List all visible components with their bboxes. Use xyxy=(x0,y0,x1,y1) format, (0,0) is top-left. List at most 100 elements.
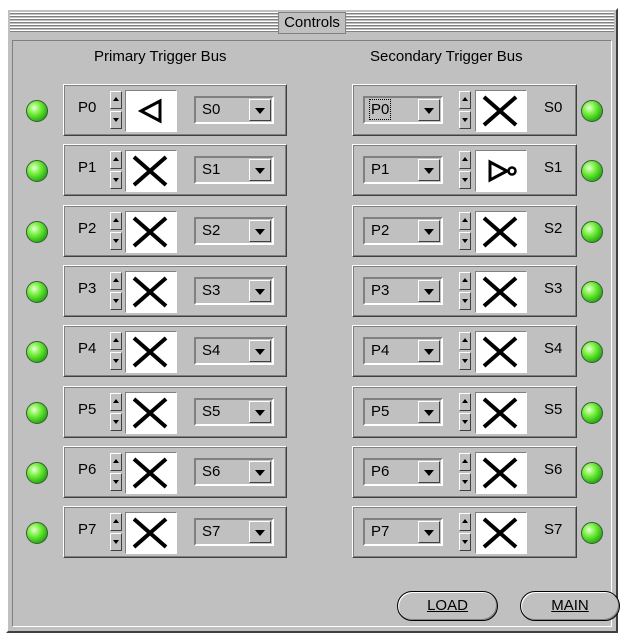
source-select[interactable]: P4 xyxy=(363,337,443,365)
cross-icon[interactable] xyxy=(475,512,527,554)
spin-up-icon[interactable] xyxy=(459,453,471,471)
source-select[interactable]: P6 xyxy=(363,458,443,486)
cross-icon[interactable] xyxy=(475,90,527,132)
spin-up-icon[interactable] xyxy=(459,332,471,350)
spin-control[interactable] xyxy=(459,332,471,370)
spin-down-icon[interactable] xyxy=(110,352,122,370)
cross-icon[interactable] xyxy=(125,512,177,554)
spin-control[interactable] xyxy=(110,272,122,310)
spin-up-icon[interactable] xyxy=(110,393,122,411)
spin-control[interactable] xyxy=(459,212,471,250)
source-select[interactable]: P0 xyxy=(363,96,443,124)
load-button[interactable]: LOAD xyxy=(397,591,498,621)
spin-up-icon[interactable] xyxy=(459,393,471,411)
spin-down-icon[interactable] xyxy=(459,533,471,551)
spin-down-icon[interactable] xyxy=(110,533,122,551)
chevron-down-icon[interactable] xyxy=(418,521,440,543)
spin-down-icon[interactable] xyxy=(110,292,122,310)
spin-down-icon[interactable] xyxy=(459,413,471,431)
chevron-down-icon[interactable] xyxy=(418,461,440,483)
chevron-down-icon[interactable] xyxy=(249,401,271,423)
spin-control[interactable] xyxy=(459,272,471,310)
spin-up-icon[interactable] xyxy=(459,151,471,169)
spin-up-icon[interactable] xyxy=(110,513,122,531)
spin-down-icon[interactable] xyxy=(459,292,471,310)
chevron-down-icon[interactable] xyxy=(249,461,271,483)
chevron-down-icon[interactable] xyxy=(249,159,271,181)
spin-up-icon[interactable] xyxy=(110,212,122,230)
chevron-down-icon[interactable] xyxy=(418,159,440,181)
spin-control[interactable] xyxy=(459,513,471,551)
chevron-down-icon[interactable] xyxy=(249,521,271,543)
spin-control[interactable] xyxy=(110,91,122,129)
spin-down-icon[interactable] xyxy=(110,111,122,129)
chevron-down-icon[interactable] xyxy=(249,280,271,302)
spin-control[interactable] xyxy=(110,453,122,491)
main-button[interactable]: MAIN xyxy=(520,591,620,621)
arrow-left-icon[interactable] xyxy=(125,90,177,132)
source-select[interactable]: P3 xyxy=(363,277,443,305)
chevron-down-icon[interactable] xyxy=(418,401,440,423)
source-select[interactable]: S0 xyxy=(194,96,274,124)
chevron-down-icon[interactable] xyxy=(249,340,271,362)
spin-up-icon[interactable] xyxy=(110,91,122,109)
source-select[interactable]: S1 xyxy=(194,156,274,184)
source-select[interactable]: S4 xyxy=(194,337,274,365)
primary-row: P7 S7 xyxy=(63,506,287,558)
spin-down-icon[interactable] xyxy=(459,473,471,491)
spin-down-icon[interactable] xyxy=(459,171,471,189)
spin-down-icon[interactable] xyxy=(110,413,122,431)
cross-icon[interactable] xyxy=(475,392,527,434)
source-select[interactable]: P1 xyxy=(363,156,443,184)
cross-icon[interactable] xyxy=(475,331,527,373)
chevron-down-icon[interactable] xyxy=(249,220,271,242)
spin-up-icon[interactable] xyxy=(459,513,471,531)
spin-up-icon[interactable] xyxy=(459,91,471,109)
spin-down-icon[interactable] xyxy=(459,352,471,370)
source-select[interactable]: P7 xyxy=(363,518,443,546)
spin-down-icon[interactable] xyxy=(110,232,122,250)
spin-up-icon[interactable] xyxy=(110,151,122,169)
source-select[interactable]: P2 xyxy=(363,217,443,245)
spin-up-icon[interactable] xyxy=(459,212,471,230)
chevron-down-icon[interactable] xyxy=(418,220,440,242)
spin-control[interactable] xyxy=(110,151,122,189)
cross-icon[interactable] xyxy=(125,452,177,494)
cross-icon[interactable] xyxy=(475,452,527,494)
source-select[interactable]: S3 xyxy=(194,277,274,305)
chevron-down-icon[interactable] xyxy=(418,99,440,121)
spin-down-icon[interactable] xyxy=(459,232,471,250)
chevron-down-icon[interactable] xyxy=(418,280,440,302)
spin-control[interactable] xyxy=(459,393,471,431)
spin-control[interactable] xyxy=(459,453,471,491)
source-select[interactable]: P5 xyxy=(363,398,443,426)
source-select[interactable]: S7 xyxy=(194,518,274,546)
source-select[interactable]: S2 xyxy=(194,217,274,245)
spin-control[interactable] xyxy=(459,151,471,189)
chevron-down-icon[interactable] xyxy=(418,340,440,362)
cross-icon[interactable] xyxy=(475,271,527,313)
spin-up-icon[interactable] xyxy=(110,453,122,471)
cross-icon[interactable] xyxy=(125,211,177,253)
cross-icon[interactable] xyxy=(125,150,177,192)
spin-control[interactable] xyxy=(110,332,122,370)
cross-icon[interactable] xyxy=(125,392,177,434)
spin-down-icon[interactable] xyxy=(110,473,122,491)
inverter-icon[interactable] xyxy=(475,150,527,192)
spin-down-icon[interactable] xyxy=(459,111,471,129)
spin-up-icon[interactable] xyxy=(110,272,122,290)
cross-icon[interactable] xyxy=(125,271,177,313)
chevron-down-icon[interactable] xyxy=(249,99,271,121)
secondary-row: S3 P3 xyxy=(352,265,577,317)
spin-control[interactable] xyxy=(110,513,122,551)
spin-down-icon[interactable] xyxy=(110,171,122,189)
source-select[interactable]: S6 xyxy=(194,458,274,486)
cross-icon[interactable] xyxy=(475,211,527,253)
spin-control[interactable] xyxy=(459,91,471,129)
spin-up-icon[interactable] xyxy=(110,332,122,350)
spin-up-icon[interactable] xyxy=(459,272,471,290)
source-select[interactable]: S5 xyxy=(194,398,274,426)
cross-icon[interactable] xyxy=(125,331,177,373)
spin-control[interactable] xyxy=(110,212,122,250)
spin-control[interactable] xyxy=(110,393,122,431)
